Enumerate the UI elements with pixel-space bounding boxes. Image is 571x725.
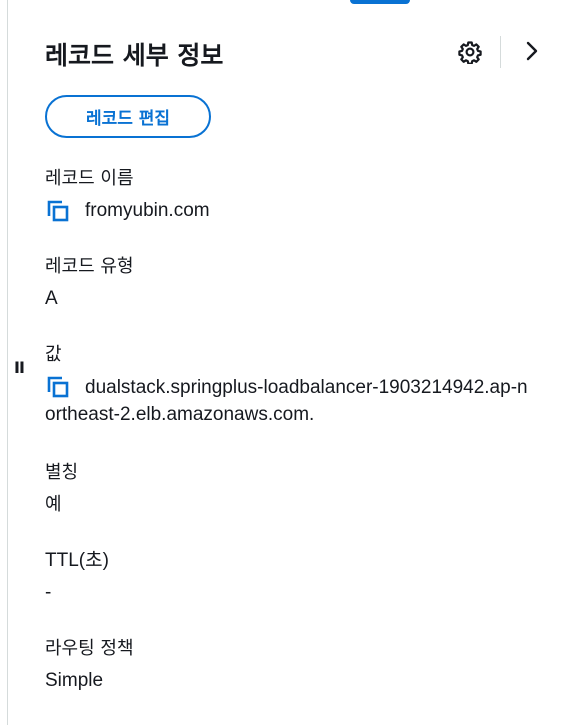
panel-title: 레코드 세부 정보 [45, 41, 224, 70]
record-type-value: A [45, 288, 58, 309]
ttl-label: TTL(초) [45, 550, 109, 571]
value-value: dualstack.springplus-loadbalancer-190321… [45, 377, 528, 425]
panel-header: 레코드 세부 정보 [45, 0, 571, 104]
alias-value: 예 [45, 494, 62, 515]
record-details-panel: 레코드 세부 정보 레코드 편집 레코드 이름 fromyubin.com 레코… [45, 0, 571, 691]
record-name-value: fromyubin.com [85, 200, 210, 221]
chevron-right-icon[interactable] [521, 40, 543, 62]
resize-handle-icon[interactable]: II [14, 358, 25, 377]
ttl-field: TTL(초) - [45, 548, 109, 606]
value-label: 값 [45, 344, 62, 365]
gear-icon[interactable] [458, 40, 482, 64]
record-name-label: 레코드 이름 [45, 168, 134, 189]
routing-policy-value: Simple [45, 670, 104, 691]
routing-policy-field: 라우팅 정책 Simple [45, 636, 134, 694]
value-value-row: dualstack.springplus-loadbalancer-190321… [45, 374, 535, 428]
record-type-label: 레코드 유형 [45, 256, 134, 277]
routing-policy-label: 라우팅 정책 [45, 638, 134, 659]
record-name-value-row: fromyubin.com [45, 198, 210, 224]
panel-left-border [0, 0, 8, 725]
header-divider [500, 36, 501, 68]
record-name-field: 레코드 이름 fromyubin.com [45, 166, 210, 224]
alias-label: 별칭 [45, 462, 79, 483]
copy-icon[interactable] [45, 198, 71, 224]
record-type-field: 레코드 유형 A [45, 254, 134, 312]
alias-field: 별칭 예 [45, 460, 78, 518]
edit-record-button[interactable]: 레코드 편집 [45, 95, 211, 138]
value-field: 값 dualstack.springplus-loadbalancer-1903… [45, 342, 535, 428]
record-details-page: II 레코드 세부 정보 레코드 편집 레코드 이름 fromyubin.com [0, 0, 571, 725]
copy-icon[interactable] [45, 374, 71, 400]
ttl-value: - [45, 582, 52, 603]
